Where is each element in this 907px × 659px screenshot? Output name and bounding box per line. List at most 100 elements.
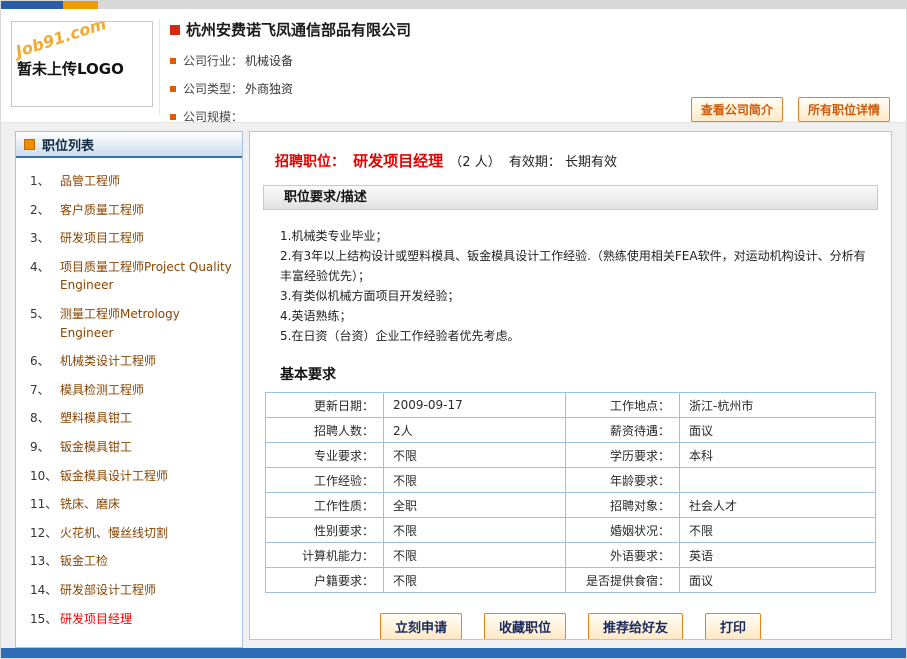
action-buttons-row: 立刻申请收藏职位推荐给好友打印 — [263, 613, 878, 640]
job-list-item-14[interactable]: 14、 研发部设计工程师 — [20, 576, 238, 605]
list-icon — [24, 139, 35, 150]
job-item-label: 塑料模具钳工 — [60, 409, 132, 428]
job-list-item-9[interactable]: 9、 钣金模具钳工 — [20, 433, 238, 462]
job-item-number: 2、 — [30, 201, 60, 220]
requirement-row: 更新日期： 2009-09-17 工作地点： 浙江-杭州市 — [266, 393, 876, 418]
company-type-row: 公司类型： 外商独资 — [170, 80, 659, 97]
requirement-label: 薪资待遇： — [566, 418, 680, 443]
logo-placeholder-text: 暂未上传LOGO — [17, 58, 124, 79]
job-item-label: 模具检测工程师 — [60, 381, 144, 400]
basic-requirements-table: 更新日期： 2009-09-17 工作地点： 浙江-杭州市 招聘人数： 2人 薪… — [265, 392, 876, 593]
company-industry-value: 机械设备 — [245, 52, 293, 69]
job-item-number: 9、 — [30, 438, 60, 457]
job-list-item-8[interactable]: 8、 塑料模具钳工 — [20, 404, 238, 433]
job-list-header: 职位列表 — [16, 132, 242, 158]
job-list-item-1[interactable]: 1、 品管工程师 — [20, 167, 238, 196]
requirement-label: 学历要求： — [566, 443, 680, 468]
footer-bar — [1, 648, 906, 658]
description-line: 1.机械类专业毕业； — [280, 226, 870, 246]
validity-label: 有效期： — [509, 155, 561, 170]
job-item-number: 4、 — [30, 258, 60, 295]
job-item-label: 钣金模具钳工 — [60, 438, 132, 457]
view-company-profile-button[interactable]: 查看公司简介 — [691, 97, 783, 122]
company-name: 杭州安费诺飞凤通信部品有限公司 — [186, 19, 411, 40]
requirement-value: 社会人才 — [680, 493, 876, 518]
requirement-value: 不限 — [384, 443, 566, 468]
requirement-label: 性别要求： — [266, 518, 384, 543]
requirement-row: 专业要求： 不限 学历要求： 本科 — [266, 443, 876, 468]
requirement-value: 面议 — [680, 418, 876, 443]
requirement-label: 招聘人数： — [266, 418, 384, 443]
requirement-value: 不限 — [680, 518, 876, 543]
job-list-item-11[interactable]: 11、 铣床、磨床 — [20, 490, 238, 519]
job-item-number: 12、 — [30, 524, 60, 543]
job-item-number: 6、 — [30, 352, 60, 371]
job-list-item-15[interactable]: 15、 研发项目经理 — [20, 605, 238, 634]
requirement-row: 工作性质： 全职 招聘对象： 社会人才 — [266, 493, 876, 518]
top-bar — [1, 1, 906, 9]
requirement-label: 工作性质： — [266, 493, 384, 518]
job-item-number: 7、 — [30, 381, 60, 400]
basic-requirements-tbody: 更新日期： 2009-09-17 工作地点： 浙江-杭州市 招聘人数： 2人 薪… — [266, 393, 876, 593]
page: Job91.com 暂未上传LOGO 杭州安费诺飞凤通信部品有限公司 公司行业：… — [0, 0, 907, 659]
job-list-item-10[interactable]: 10、 钣金模具设计工程师 — [20, 462, 238, 491]
job-list-item-4[interactable]: 4、 项目质量工程师Project Quality Engineer — [20, 253, 238, 300]
requirement-row: 计算机能力： 不限 外语要求： 英语 — [266, 543, 876, 568]
job-item-number: 8、 — [30, 409, 60, 428]
job-item-label: 铣床、磨床 — [60, 495, 120, 514]
job-list-item-12[interactable]: 12、 火花机、慢丝线切割 — [20, 519, 238, 548]
company-type-value: 外商独资 — [245, 80, 293, 97]
requirement-value: 浙江-杭州市 — [680, 393, 876, 418]
job-list-title: 职位列表 — [42, 135, 94, 154]
requirement-label: 专业要求： — [266, 443, 384, 468]
company-name-row: 杭州安费诺飞凤通信部品有限公司 — [170, 19, 659, 40]
requirement-row: 工作经验： 不限 年龄要求： — [266, 468, 876, 493]
job-list-sidebar: 职位列表 1、 品管工程师 2、 客户质量工程师 3、 研发项目工程师 4、 项… — [15, 131, 243, 648]
requirement-value: 本科 — [680, 443, 876, 468]
requirement-label: 招聘对象： — [566, 493, 680, 518]
description-section-header: 职位要求/描述 — [263, 185, 878, 210]
requirement-label: 婚姻状况： — [566, 518, 680, 543]
job-title: 研发项目经理 — [353, 152, 443, 170]
requirement-value: 面议 — [680, 568, 876, 593]
requirement-value: 不限 — [384, 468, 566, 493]
job-item-label: 机械类设计工程师 — [60, 352, 156, 371]
requirement-label: 更新日期： — [266, 393, 384, 418]
company-type-label: 公司类型： — [183, 80, 243, 97]
job-list-item-5[interactable]: 5、 测量工程师Metrology Engineer — [20, 300, 238, 347]
all-jobs-detail-button[interactable]: 所有职位详情 — [798, 97, 890, 122]
watermark-text: Job91.com — [13, 21, 108, 61]
job-description: 1.机械类专业毕业；2.有3年以上结构设计或塑料模具、钣金模具设计工作经验.（熟… — [280, 226, 870, 346]
requirement-row: 户籍要求： 不限 是否提供食宿： 面议 — [266, 568, 876, 593]
apply-now-button[interactable]: 立刻申请 — [380, 613, 462, 640]
headcount: （2 人） — [449, 155, 500, 170]
job-list-item-7[interactable]: 7、 模具检测工程师 — [20, 376, 238, 405]
job-item-number: 15、 — [30, 610, 60, 629]
requirement-value — [680, 468, 876, 493]
job-title-line: 招聘职位： 研发项目经理 （2 人） 有效期： 长期有效 — [275, 150, 878, 171]
job-item-label: 火花机、慢丝线切割 — [60, 524, 168, 543]
print-button[interactable]: 打印 — [705, 613, 761, 640]
top-bar-gray-segment — [98, 1, 906, 9]
job-item-number: 5、 — [30, 305, 60, 342]
job-list-item-3[interactable]: 3、 研发项目工程师 — [20, 224, 238, 253]
company-industry-row: 公司行业： 机械设备 — [170, 52, 659, 69]
job-item-label: 研发部设计工程师 — [60, 581, 156, 600]
job-list-item-13[interactable]: 13、 钣金工检 — [20, 547, 238, 576]
company-industry-label: 公司行业： — [183, 52, 243, 69]
main-area: 职位列表 1、 品管工程师 2、 客户质量工程师 3、 研发项目工程师 4、 项… — [1, 123, 906, 648]
job-item-label: 钣金模具设计工程师 — [60, 467, 168, 486]
company-scale-label: 公司规模： — [183, 108, 243, 125]
validity-value: 长期有效 — [565, 155, 617, 170]
requirement-value: 不限 — [384, 543, 566, 568]
favorite-job-button[interactable]: 收藏职位 — [484, 613, 566, 640]
bullet-icon — [170, 114, 176, 120]
job-list-item-6[interactable]: 6、 机械类设计工程师 — [20, 347, 238, 376]
company-info: 杭州安费诺飞凤通信部品有限公司 公司行业： 机械设备 公司类型： 外商独资 公司… — [159, 19, 659, 115]
job-detail-panel: 招聘职位： 研发项目经理 （2 人） 有效期： 长期有效 职位要求/描述 1.机… — [249, 131, 892, 640]
company-logo-placeholder: Job91.com 暂未上传LOGO — [11, 21, 153, 107]
job-list-item-2[interactable]: 2、 客户质量工程师 — [20, 196, 238, 225]
requirement-label: 户籍要求： — [266, 568, 384, 593]
requirement-value: 英语 — [680, 543, 876, 568]
recommend-friend-button[interactable]: 推荐给好友 — [588, 613, 683, 640]
